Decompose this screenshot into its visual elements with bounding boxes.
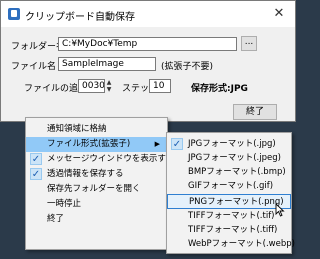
- menu-item-pause[interactable]: 一時停止: [26, 197, 167, 212]
- chevron-right-icon: ▶: [154, 140, 160, 148]
- submenu-item-tif[interactable]: TIFFフォーマット(.tif): [167, 209, 291, 224]
- spin-down-icon[interactable]: ▼: [105, 86, 113, 93]
- clipboard-icon: [8, 8, 20, 20]
- submenu-item-webp[interactable]: WebPフォーマット(.webp): [167, 237, 295, 252]
- check-icon: ✓: [171, 138, 183, 150]
- context-menu: 通知領域に格納 ファイル形式(拡張子) ▶ ✓ メッセージウインドウを表示する …: [25, 117, 174, 250]
- submenu-item-png[interactable]: PNGフォーマット(.png): [167, 194, 291, 209]
- submenu-item-bmp[interactable]: BMPフォーマット(.bmp): [167, 165, 291, 180]
- menu-item-tray[interactable]: 通知領域に格納: [26, 122, 167, 137]
- file-label: ファイル名: [11, 62, 57, 72]
- submenu-item-tiff[interactable]: TIFFフォーマット(.tiff): [167, 223, 291, 238]
- menu-item-show-message[interactable]: ✓ メッセージウインドウを表示する: [26, 152, 174, 167]
- counter-spinner[interactable]: ▲ ▼: [105, 79, 113, 93]
- menu-item-file-format[interactable]: ファイル形式(拡張子) ▶: [26, 137, 167, 152]
- window-title: クリップボード自動保存: [25, 12, 135, 23]
- menu-item-open-folder[interactable]: 保存先フォルダーを開く: [26, 182, 167, 197]
- check-icon: ✓: [30, 153, 42, 165]
- submenu-item-jpeg[interactable]: JPGフォーマット(.jpeg): [167, 151, 291, 166]
- menu-item-exit[interactable]: 終了: [26, 212, 167, 227]
- title-bar: クリップボード自動保存 ✕: [1, 1, 295, 27]
- browse-button[interactable]: ...: [241, 36, 257, 51]
- close-icon[interactable]: ✕: [269, 5, 289, 23]
- counter-input[interactable]: 0030: [78, 79, 105, 93]
- filename-input[interactable]: SampleImage: [58, 57, 156, 71]
- exit-button[interactable]: 終了: [233, 104, 277, 120]
- submenu-item-jpg[interactable]: ✓ JPGフォーマット(.jpg): [167, 137, 291, 152]
- spin-up-icon[interactable]: ▲: [105, 79, 113, 86]
- menu-item-save-transparency[interactable]: ✓ 透過情報を保存する: [26, 167, 167, 182]
- main-window: クリップボード自動保存 ✕ フォルダー名 C:¥MyDoc¥Temp ... フ…: [0, 0, 296, 122]
- mouse-cursor-icon: [275, 203, 285, 217]
- folder-input[interactable]: C:¥MyDoc¥Temp: [58, 37, 237, 51]
- check-icon: ✓: [30, 168, 42, 180]
- step-input[interactable]: 10: [149, 79, 171, 93]
- file-format-submenu: ✓ JPGフォーマット(.jpg) JPGフォーマット(.jpeg) BMPフォ…: [166, 132, 295, 254]
- submenu-item-gif[interactable]: GIFフォーマット(.gif): [167, 179, 291, 194]
- folder-label: フォルダー名: [11, 42, 66, 52]
- format-status: 保存形式:JPG: [191, 84, 248, 94]
- extension-note: (拡張子不要): [161, 62, 214, 72]
